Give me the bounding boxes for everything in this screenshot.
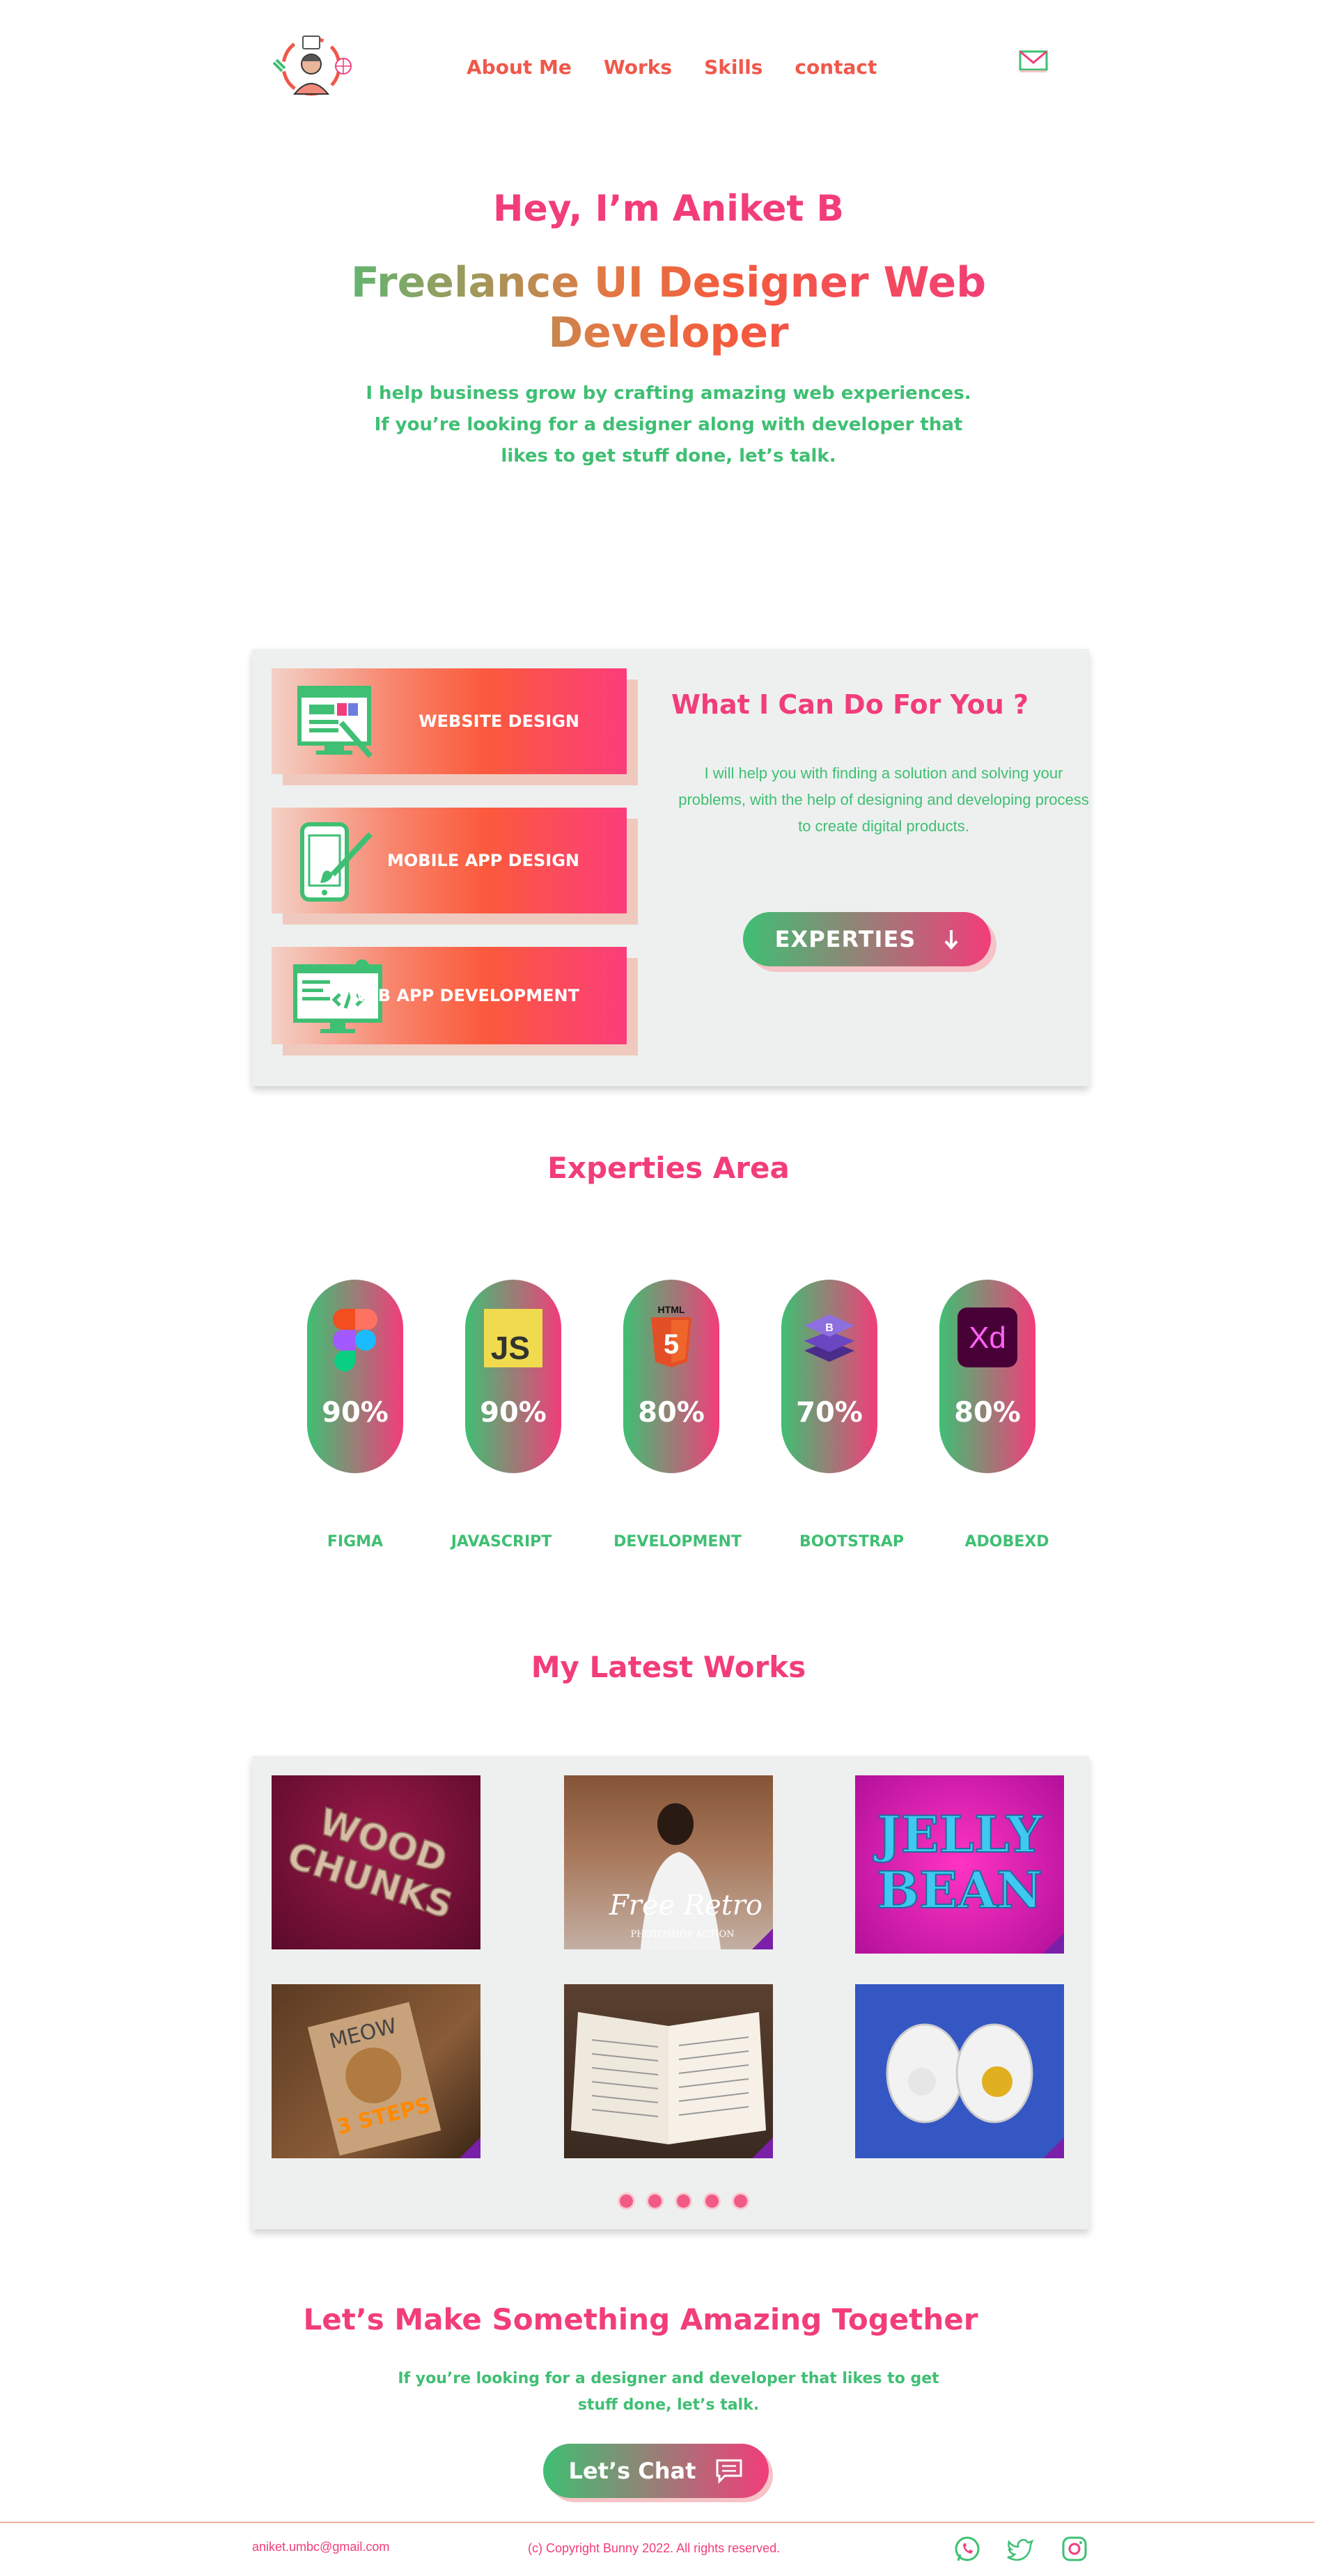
skill-percent: 70% xyxy=(796,1397,863,1429)
skill-label-development: DEVELOPMENT xyxy=(613,1533,742,1550)
service-card-web-app-development[interactable]: WEB APP DEVELOPMENT xyxy=(272,947,638,1055)
skill-pill-bootstrap: B 70% xyxy=(781,1280,877,1473)
svg-text:B: B xyxy=(825,1322,834,1334)
skill-label-figma: FIGMA xyxy=(327,1533,384,1550)
cta-description: If you’re looking for a designer and dev… xyxy=(398,2370,939,2414)
carousel-dot[interactable] xyxy=(705,2194,719,2208)
nav-contact[interactable]: contact xyxy=(795,56,877,79)
html5-icon: HTML 5 xyxy=(651,1304,691,1367)
service-label: WEBSITE DESIGN xyxy=(419,712,579,731)
work-text: PHOTOSHOP ACTION xyxy=(630,1929,734,1940)
service-label: MOBILE APP DESIGN xyxy=(387,851,579,870)
html-logo-text: HTML xyxy=(658,1304,685,1315)
skill-percent: 80% xyxy=(954,1397,1021,1429)
hero-greeting: Hey, I’m Aniket B xyxy=(492,188,845,230)
work-thumbnail[interactable] xyxy=(855,1984,1064,2158)
skill-label-javascript: JAVASCRIPT xyxy=(451,1533,552,1550)
skill-percent: 80% xyxy=(638,1397,705,1429)
latest-works-title: My Latest Works xyxy=(531,1650,806,1684)
work-text: JELLY xyxy=(873,1805,1044,1864)
hero-title: Freelance UI Designer Web Developer xyxy=(334,258,1003,358)
services-description: I will help you with finding a solution … xyxy=(678,764,1089,835)
carousel-dot[interactable] xyxy=(734,2194,747,2208)
chat-bubble-icon xyxy=(716,2459,742,2483)
footer-email[interactable]: aniket.umbc@gmail.com xyxy=(252,2540,389,2554)
work-thumbnail[interactable]: Free Retro PHOTOSHOP ACTION xyxy=(564,1775,773,1949)
work-thumbnail[interactable] xyxy=(564,1984,773,2158)
nav-about-me[interactable]: About Me xyxy=(467,56,572,79)
website-design-icon xyxy=(297,686,373,758)
skill-pill-development: HTML 5 80% xyxy=(623,1280,719,1473)
work-thumbnail[interactable]: JELLY BEAN xyxy=(855,1775,1064,1954)
html-logo-number: 5 xyxy=(664,1329,679,1360)
page: About Me Works Skills contact Hey, I’m A… xyxy=(0,0,1337,2576)
javascript-icon: JS xyxy=(484,1309,542,1367)
carousel-dots xyxy=(620,2194,747,2208)
nav-works[interactable]: Works xyxy=(604,56,672,79)
skill-pill-figma: 90% xyxy=(307,1280,403,1473)
cta-title: Let’s Make Something Amazing Together xyxy=(303,2302,978,2337)
services-panel: WEBSITE DESIGN MOBILE APP DESIGN WEB APP… xyxy=(252,649,1089,1086)
instagram-icon[interactable] xyxy=(1060,2534,1089,2563)
whatsapp-icon[interactable] xyxy=(953,2534,982,2563)
lets-chat-button[interactable]: Let’s Chat xyxy=(543,2444,769,2498)
skill-percent: 90% xyxy=(322,1397,389,1429)
work-thumbnail[interactable]: WOOD CHUNKS xyxy=(272,1775,480,1949)
twitter-icon[interactable] xyxy=(1006,2534,1035,2563)
skill-label-bootstrap: BOOTSTRAP xyxy=(799,1533,905,1550)
service-card-website-design[interactable]: WEBSITE DESIGN xyxy=(272,668,638,785)
arrow-down-icon xyxy=(944,930,958,950)
works-gallery: WOOD CHUNKS Free Retro PHOTOSHOP ACTION … xyxy=(252,1756,1089,2229)
mobile-app-icon xyxy=(300,822,373,902)
main-nav: About Me Works Skills contact xyxy=(467,56,877,79)
adobe-xd-icon: Xd xyxy=(957,1307,1017,1367)
experties-title: Experties Area xyxy=(547,1151,790,1185)
work-text: Free Retro xyxy=(609,1890,763,1922)
footer-divider xyxy=(0,2522,1315,2523)
carousel-dot[interactable] xyxy=(620,2194,633,2208)
work-text: BEAN xyxy=(877,1860,1042,1919)
bootstrap-icon: B xyxy=(804,1314,854,1362)
nav-skills[interactable]: Skills xyxy=(704,56,763,79)
mail-icon[interactable] xyxy=(1018,49,1049,74)
service-card-mobile-app-design[interactable]: MOBILE APP DESIGN xyxy=(272,808,638,925)
skill-pill-adobexd: Xd 80% xyxy=(939,1280,1035,1473)
services-title: What I Can Do For You ? xyxy=(671,689,1029,720)
footer-copyright: (c) Copyright Bunny 2022. All rights res… xyxy=(528,2541,781,2555)
experties-button[interactable]: EXPERTIES xyxy=(743,912,991,966)
carousel-dot[interactable] xyxy=(648,2194,662,2208)
service-label: WEB APP DEVELOPMENT xyxy=(347,986,579,1005)
experties-button-label: EXPERTIES xyxy=(774,926,916,952)
avatar-logo-icon[interactable] xyxy=(268,35,355,97)
javascript-logo-text: JS xyxy=(491,1330,530,1366)
skill-pill-javascript: JS 90% xyxy=(465,1280,561,1473)
figma-icon xyxy=(333,1309,377,1372)
skill-label-adobexd: ADOBEXD xyxy=(964,1533,1049,1550)
xd-logo-text: Xd xyxy=(969,1321,1006,1355)
work-thumbnail[interactable]: MEOW 3 STEPS xyxy=(272,1984,480,2158)
lets-chat-label: Let’s Chat xyxy=(568,2458,696,2484)
skill-percent: 90% xyxy=(480,1397,547,1429)
carousel-dot[interactable] xyxy=(677,2194,690,2208)
hero-description: I help business grow by crafting amazing… xyxy=(366,383,971,466)
